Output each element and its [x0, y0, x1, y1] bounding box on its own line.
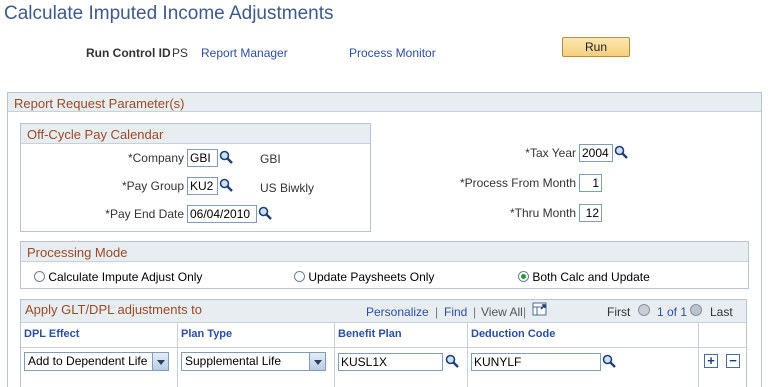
personalize-link[interactable]: Personalize: [366, 305, 429, 319]
report-manager-link[interactable]: Report Manager: [201, 46, 288, 60]
paygroup-label: *Pay Group: [121, 179, 184, 193]
company-field[interactable]: GBI: [187, 149, 218, 167]
radio-calculate-impute[interactable]: Calculate Impute Adjust Only: [34, 270, 202, 284]
radio-update-paysheets[interactable]: Update Paysheets Only: [294, 270, 434, 284]
process-from-month-label: *Process From Month: [459, 176, 576, 190]
run-control-value: PS: [172, 46, 189, 60]
deduction-code-lookup-icon[interactable]: [602, 354, 616, 368]
plan-type-select[interactable]: Supplemental Life: [181, 352, 326, 371]
benefit-plan-field[interactable]: KUSL1X: [338, 353, 443, 371]
offcycle-header: Off-Cycle Pay Calendar: [21, 124, 370, 144]
deduction-code-field[interactable]: KUNYLF: [471, 353, 601, 371]
dpl-effect-value: Add to Dependent Life: [28, 354, 148, 368]
grid-separator: |: [473, 305, 477, 319]
thru-month-label: *Thru Month: [509, 206, 576, 220]
taxyear-lookup-icon[interactable]: [614, 145, 628, 159]
paygroup-field[interactable]: KU2: [187, 177, 218, 195]
last-label: Last: [710, 305, 733, 319]
page-title: Calculate Imputed Income Adjustments: [4, 3, 334, 24]
radio-button[interactable]: [34, 271, 45, 282]
processing-mode-header: Processing Mode: [21, 242, 748, 262]
view-all-link[interactable]: View All: [481, 305, 523, 319]
next-arrow-icon[interactable]: [690, 304, 702, 316]
grid-separator: |: [435, 305, 439, 319]
col-header-deduction-code[interactable]: Deduction Code: [471, 328, 555, 340]
process-from-month-field[interactable]: 1: [579, 174, 602, 192]
delete-row-button[interactable]: −: [726, 354, 740, 368]
radio-label: Update Paysheets Only: [308, 270, 435, 284]
radio-label: Calculate Impute Adjust Only: [48, 270, 203, 284]
plan-type-value: Supplemental Life: [185, 354, 282, 368]
page-info: 1 of 1: [657, 305, 688, 319]
previous-arrow-icon[interactable]: [638, 304, 650, 316]
chevron-down-icon[interactable]: [152, 353, 168, 370]
grid-title: Apply GLT/DPL adjustments to: [25, 302, 203, 317]
chevron-down-icon[interactable]: [309, 353, 325, 370]
taxyear-field[interactable]: 2004: [579, 144, 613, 162]
col-header-dpl-effect[interactable]: DPL Effect: [24, 328, 79, 340]
company-lookup-icon[interactable]: [219, 150, 233, 164]
payend-lookup-icon[interactable]: [258, 206, 272, 220]
radio-button-selected[interactable]: [518, 271, 529, 282]
payend-date-field[interactable]: 06/04/2010: [187, 205, 257, 223]
radio-label: Both Calc and Update: [532, 270, 650, 284]
thru-month-field[interactable]: 12: [579, 204, 602, 222]
dpl-effect-select[interactable]: Add to Dependent Life: [24, 352, 169, 371]
find-link[interactable]: Find: [444, 305, 467, 319]
paygroup-lookup-icon[interactable]: [219, 178, 233, 192]
payend-label: *Pay End Date: [105, 207, 184, 221]
run-control-label: Run Control ID: [86, 46, 171, 60]
download-grid-icon[interactable]: [532, 301, 548, 317]
report-params-header: Report Request Parameter(s): [8, 93, 761, 112]
company-description: GBI: [260, 152, 281, 166]
col-header-plan-type[interactable]: Plan Type: [181, 328, 232, 340]
paygroup-description: US Biwkly: [260, 181, 315, 195]
process-monitor-link[interactable]: Process Monitor: [349, 46, 436, 60]
company-label: *Company: [127, 151, 184, 165]
radio-button[interactable]: [294, 271, 305, 282]
radio-both-calc-update[interactable]: Both Calc and Update: [518, 270, 650, 284]
benefit-plan-lookup-icon[interactable]: [445, 354, 459, 368]
col-header-benefit-plan[interactable]: Benefit Plan: [338, 328, 402, 340]
run-button[interactable]: Run: [562, 37, 630, 57]
add-row-button[interactable]: +: [704, 354, 718, 368]
first-label: First: [607, 305, 631, 319]
taxyear-label: *Tax Year: [525, 146, 576, 160]
